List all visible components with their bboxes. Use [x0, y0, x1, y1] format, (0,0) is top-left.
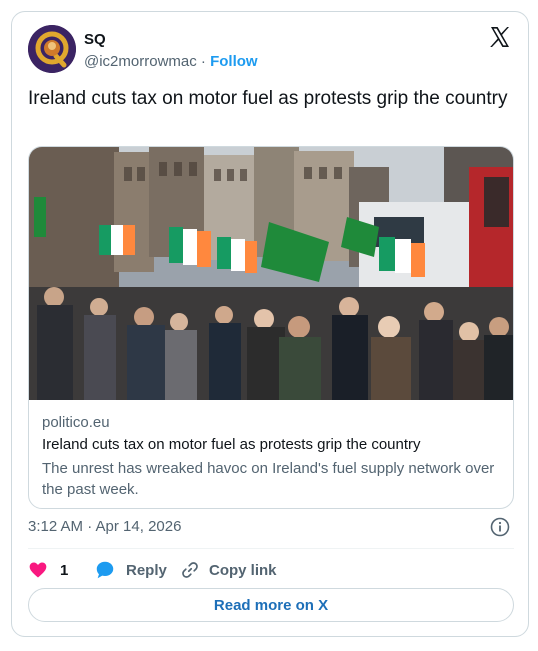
- tweet-text: Ireland cuts tax on motor fuel as protes…: [28, 88, 508, 109]
- action-bar: 1 Reply Copy link: [28, 558, 514, 582]
- info-icon[interactable]: [490, 517, 510, 537]
- reply-button[interactable]: Reply: [94, 558, 167, 582]
- speech-bubble-icon: [96, 561, 114, 579]
- link-title: Ireland cuts tax on motor fuel as protes…: [42, 436, 421, 453]
- divider: [28, 548, 514, 549]
- article-image: [29, 147, 513, 400]
- author-name[interactable]: SQ: [84, 31, 106, 48]
- link-icon: [182, 562, 198, 578]
- follow-button[interactable]: Follow: [210, 53, 258, 70]
- avatar-q-logo-icon: [28, 25, 76, 73]
- handle-row: @ic2morrowmac · Follow: [84, 53, 258, 70]
- like-button[interactable]: 1: [28, 558, 68, 582]
- read-more-button[interactable]: Read more on X: [28, 588, 514, 622]
- copy-link-button[interactable]: Copy link: [180, 558, 277, 582]
- handle-separator: ·: [200, 53, 206, 70]
- link-preview-card[interactable]: politico.eu Ireland cuts tax on motor fu…: [28, 146, 514, 509]
- tweet-card: SQ @ic2morrowmac · Follow Ireland cuts t…: [11, 11, 529, 637]
- tweet-timestamp[interactable]: 3:12 AM · Apr 14, 2026: [28, 518, 181, 535]
- x-logo-icon[interactable]: [488, 25, 512, 49]
- heart-icon: [29, 562, 47, 578]
- like-count: 1: [60, 561, 69, 579]
- author-handle[interactable]: @ic2morrowmac: [84, 53, 197, 70]
- reply-label: Reply: [126, 561, 167, 579]
- copy-link-label: Copy link: [209, 561, 277, 579]
- avatar[interactable]: [28, 25, 76, 73]
- link-domain: politico.eu: [42, 414, 110, 431]
- link-description: The unrest has wreaked havoc on Ireland'…: [42, 460, 495, 498]
